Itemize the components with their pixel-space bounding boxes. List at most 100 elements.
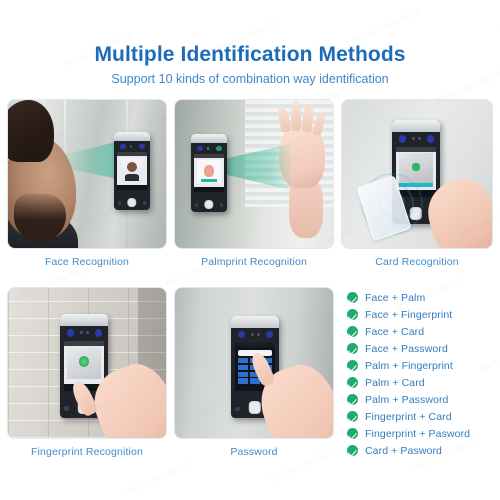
check-circle-icon xyxy=(347,309,358,320)
back-key[interactable] xyxy=(143,201,147,205)
panel-palmprint-recognition xyxy=(175,100,333,248)
panel-password xyxy=(175,288,333,438)
caption-password: Password xyxy=(230,446,278,458)
menu-key[interactable] xyxy=(64,406,69,411)
combination-item-label: Palm + Password xyxy=(365,393,449,406)
terminal-top-bar xyxy=(231,316,279,329)
indicator-dot-icon xyxy=(80,331,84,335)
panel-fingerprint-recognition xyxy=(8,288,166,438)
combination-item: Face + Palm xyxy=(347,289,497,306)
screen-face-preview xyxy=(121,158,143,182)
terminal-screen xyxy=(194,154,224,192)
page-subtitle: Support 10 kinds of combination way iden… xyxy=(111,72,389,86)
keypad-key[interactable] xyxy=(238,371,249,377)
preview-torso xyxy=(124,174,140,182)
terminal-sensor-row xyxy=(60,328,108,339)
preview-success-icon xyxy=(412,163,420,171)
menu-key[interactable] xyxy=(194,203,198,207)
terminal-sensor-row xyxy=(392,134,440,145)
indicator-dot-icon xyxy=(206,147,210,150)
check-circle-icon xyxy=(347,326,358,337)
combination-item-label: Palm + Card xyxy=(365,376,425,389)
screen-status-bar xyxy=(64,341,104,346)
combination-item-label: Face + Palm xyxy=(365,291,426,304)
promo-graphic: Multiple Identification Methods Support … xyxy=(0,0,500,500)
keypad-key[interactable] xyxy=(238,358,249,364)
camera-lens-icon xyxy=(139,143,145,150)
camera-lens-icon xyxy=(66,329,74,337)
person-hair xyxy=(8,100,54,162)
camera-lens-icon xyxy=(237,331,245,339)
terminal-screen xyxy=(117,152,147,190)
watermark-text: 深圳市xx科技有限公司 xyxy=(124,459,196,497)
screen-room-preview xyxy=(67,347,101,379)
card-scene xyxy=(342,100,492,248)
check-circle-icon xyxy=(347,445,358,456)
combination-item: Face + Fingerprint xyxy=(347,306,497,323)
screen-status-bar xyxy=(117,152,147,156)
preview-face-icon xyxy=(126,161,138,173)
access-terminal xyxy=(191,134,227,212)
camera-lens-icon xyxy=(95,329,103,337)
check-circle-icon xyxy=(347,343,358,354)
terminal-sensor-row xyxy=(114,142,150,151)
combination-item: Palm + Fingerprint xyxy=(347,357,497,374)
camera-lens-icon xyxy=(196,145,203,152)
combination-item-label: Card + Pasword xyxy=(365,444,442,457)
terminal-top-bar xyxy=(191,134,227,144)
check-circle-icon xyxy=(347,394,358,405)
fingerprint-home-button[interactable] xyxy=(204,199,214,209)
combination-item-label: Face + Password xyxy=(365,342,448,355)
terminal-sensor-row xyxy=(231,329,279,340)
combination-item: Face + Card xyxy=(347,323,497,340)
fingerprint-home-button[interactable] xyxy=(127,197,137,207)
camera-lens-icon xyxy=(427,135,435,143)
combination-item-label: Fingerprint + Pasword xyxy=(365,427,471,440)
palmprint-scene xyxy=(175,100,333,248)
keypad-key[interactable] xyxy=(238,364,249,371)
terminal-top-bar xyxy=(114,132,150,142)
camera-lens-icon xyxy=(398,135,406,143)
panel-card-recognition xyxy=(342,100,492,248)
check-circle-icon xyxy=(347,360,358,371)
keypad-key[interactable] xyxy=(238,378,249,384)
combination-item-label: Face + Card xyxy=(365,325,425,338)
caption-face-recognition: Face Recognition xyxy=(44,256,130,268)
indicator-dot-icon xyxy=(85,331,89,335)
combination-item-label: Fingerprint + Card xyxy=(365,410,452,423)
combination-item: Palm + Card xyxy=(347,374,497,391)
access-terminal xyxy=(114,132,150,210)
header: Multiple Identification Methods Support … xyxy=(0,42,500,88)
check-circle-icon xyxy=(347,377,358,388)
caption-palmprint-recognition: Palmprint Recognition xyxy=(201,256,307,268)
page-title: Multiple Identification Methods xyxy=(94,43,406,66)
menu-key[interactable] xyxy=(235,406,240,411)
back-key[interactable] xyxy=(220,203,224,207)
indicator-dot-icon xyxy=(417,137,421,141)
screen-status-bar xyxy=(396,147,436,152)
indicator-dot-icon xyxy=(412,137,416,141)
face-scene xyxy=(8,100,166,248)
password-scene xyxy=(175,288,333,438)
fingerprint-scene xyxy=(8,288,166,438)
check-circle-icon xyxy=(347,428,358,439)
combination-list: Face + Palm Face + Fingerprint Face + Card… xyxy=(347,289,497,459)
fingerprint-home-button[interactable] xyxy=(248,401,262,414)
combination-item: Palm + Password xyxy=(347,391,497,408)
terminal-sensor-row xyxy=(191,144,227,153)
screen-status-bar xyxy=(194,154,224,158)
check-circle-icon xyxy=(347,292,358,303)
combination-item: Fingerprint + Pasword xyxy=(347,425,497,442)
watermark-text: 深圳市xx科技有限公司 xyxy=(351,8,423,46)
panel-face-recognition xyxy=(8,100,166,248)
camera-lens-icon xyxy=(119,143,126,150)
screen-palm-preview xyxy=(197,159,221,184)
screen-bottom-bar xyxy=(117,184,147,190)
indicator-dot-icon xyxy=(251,332,255,336)
combination-item-label: Palm + Fingerprint xyxy=(365,359,453,372)
camera-lens-icon xyxy=(266,331,274,339)
menu-key[interactable] xyxy=(117,201,121,205)
combination-item: Card + Pasword xyxy=(347,442,497,459)
watermark-text: 深圳市xx科技有限公司 xyxy=(495,0,500,34)
caption-fingerprint-recognition: Fingerprint Recognition xyxy=(30,446,143,458)
